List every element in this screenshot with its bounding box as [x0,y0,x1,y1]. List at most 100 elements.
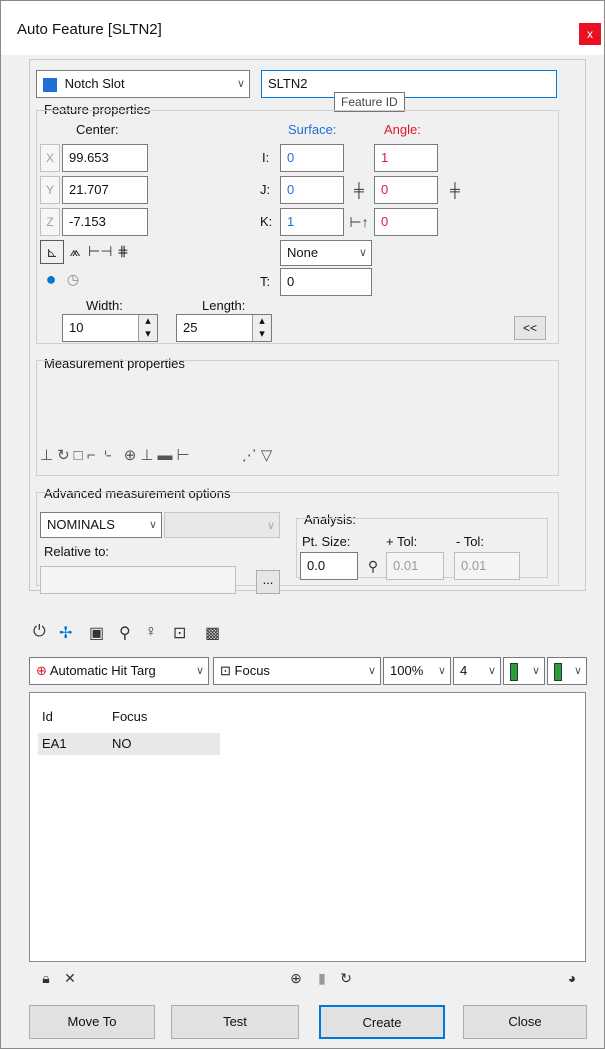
grid-icon[interactable]: ⋕ [112,240,134,262]
hit-target-label: Automatic Hit Targ [49,663,156,678]
angle-k-input[interactable]: 0 [374,208,438,236]
notch-slot-icon [43,77,57,92]
screen-icon[interactable]: ▣ [89,623,104,643]
center-x-input[interactable]: 99.653 [62,144,148,172]
angle-i-input[interactable]: 1 [374,144,438,172]
add-icon[interactable]: ⊕ [285,967,307,989]
filter-icon[interactable]: ▽ [261,447,277,464]
focus-mode-label: Focus [234,663,270,678]
width-input[interactable]: 10 ▴ ▾ [62,314,158,342]
chevron-down-icon: ∨ [437,665,446,677]
surface-i-input[interactable]: 0 [280,144,344,172]
find-nominals-icon[interactable]: ⩕ [64,240,86,262]
nominals-select[interactable]: NOMINALS ∨ [40,512,162,538]
table-row[interactable]: EA1 NO [38,733,220,755]
refresh-icon[interactable]: ↻ [335,967,357,989]
touch-probe-icon[interactable]: ⊥ [40,447,57,464]
angle-j-input[interactable]: 0 [374,176,438,204]
gauge-icon[interactable]: ⊢ [176,447,193,464]
play-icon[interactable]: ● [40,268,62,290]
close-window-button[interactable]: x [579,23,601,45]
feature-id-tooltip: Feature ID [334,92,405,112]
chevron-down-icon: ∨ [573,665,582,677]
chevron-down-icon: ∨ [148,519,157,531]
slide-icon[interactable]: ▬ [157,447,176,464]
length-label: Length: [202,298,246,313]
history-icon[interactable]: ◷ [62,268,84,290]
feature-type-select[interactable]: Notch Slot ∨ [36,70,250,98]
coordinate-mode-icon[interactable]: ⊾ [40,240,64,264]
title-bar: Auto Feature [SLTN2] x [1,1,604,55]
move-icon[interactable]: ✢ [59,623,72,643]
hit-targets-table: Id Focus EA1 NO [29,692,586,962]
measurement-tools: ⊥↻□⌐⌎ ⊕⊥▬⊢ ⋰▽ [40,446,276,464]
square-icon[interactable]: □ [74,447,87,464]
points-icon[interactable]: ⋰ [242,447,261,464]
row-id: EA1 [42,736,67,751]
pt-size-label: Pt. Size: [302,534,351,549]
row-focus: NO [112,736,132,751]
move-to-button[interactable]: Move To [29,1005,155,1039]
lock-icon[interactable]: 🔒︎ [35,967,57,989]
column-header-focus: Focus [112,709,148,724]
k-label: K: [260,214,273,229]
feature-panel: Notch Slot ∨ SLTN2 Feature ID Feature pr… [29,59,586,594]
surface-vector-icon[interactable]: ╪ [348,179,370,201]
vector-mode-select[interactable]: None ∨ [280,240,372,266]
chevron-down-icon: ∨ [487,665,496,677]
edge-icon[interactable]: ⊥ [140,447,157,464]
angle-vector-icon[interactable]: ╪ [444,179,466,201]
surface-j-input[interactable]: 0 [280,176,344,204]
window-title: Auto Feature [SLTN2] [17,21,162,38]
secondary-select[interactable]: ∨ [164,512,280,538]
scan-icon[interactable]: ⌎ [99,447,115,464]
focus-select[interactable]: ⊡ Focus ∨ [213,657,381,685]
rotate-icon[interactable]: ↻ [57,447,74,464]
test-button[interactable]: Test [171,1005,299,1039]
target-icon[interactable]: ⊕ [124,447,141,464]
camera-icon[interactable]: ▩ [205,623,220,643]
close-button[interactable]: Close [463,1005,587,1039]
browse-button[interactable]: ... [256,570,280,594]
target-icon: ⊕ [36,663,47,678]
collapse-icon[interactable]: ✕ [59,967,81,989]
center-y-input[interactable]: 21.707 [62,176,148,204]
length-input[interactable]: 25 ▴ ▾ [176,314,272,342]
count-select[interactable]: 4 ∨ [453,657,501,685]
surface-k-input[interactable]: 1 [280,208,344,236]
power-icon[interactable]: ⏻ [33,623,46,641]
relative-to-input[interactable] [40,566,236,594]
angle-label: Angle: [384,122,421,137]
corner-icon[interactable]: ⌐ [87,447,100,464]
column-header-id: Id [42,709,53,724]
zoom-icon[interactable]: ⚲ [119,623,131,643]
settings-icon[interactable]: ◕ [561,967,583,989]
measure-width-icon[interactable]: ⊢⊣ [88,240,112,262]
i-label: I: [262,150,270,165]
plus-tol-input[interactable]: 0.01 [386,552,444,580]
ring-light-select[interactable]: ∨ [503,657,545,685]
create-button[interactable]: Create [319,1005,445,1039]
feature-id-input[interactable]: SLTN2 [261,70,557,98]
vector-mode-label: None [287,245,319,260]
light-icon[interactable]: ♀ [145,623,157,641]
thickness-input[interactable]: 0 [280,268,372,296]
flip-vector-icon[interactable]: ⊢↑ [348,211,370,233]
chevron-down-icon: ∨ [358,247,367,259]
length-value: 25 [183,320,198,335]
hit-target-select[interactable]: ⊕ Automatic Hit Targ ∨ [29,657,209,685]
center-label: Center: [76,122,119,137]
focus-icon[interactable]: ⊡ [173,623,186,643]
delete-icon[interactable]: ▮ [311,967,333,989]
width-stepper[interactable]: ▴ ▾ [138,315,157,341]
coax-light-select[interactable]: ∨ [547,657,587,685]
zoom-select[interactable]: 100% ∨ [383,657,451,685]
center-z-input[interactable]: -7.153 [62,208,148,236]
pt-size-input[interactable]: 0.0 [300,552,358,580]
length-stepper[interactable]: ▴ ▾ [252,315,271,341]
chevron-down-icon: ∨ [195,665,204,677]
minus-tol-input[interactable]: 0.01 [454,552,520,580]
chevron-down-icon: ∨ [531,665,540,677]
collapse-button[interactable]: << [514,316,546,340]
analysis-icon[interactable]: ⚲ [362,555,384,577]
